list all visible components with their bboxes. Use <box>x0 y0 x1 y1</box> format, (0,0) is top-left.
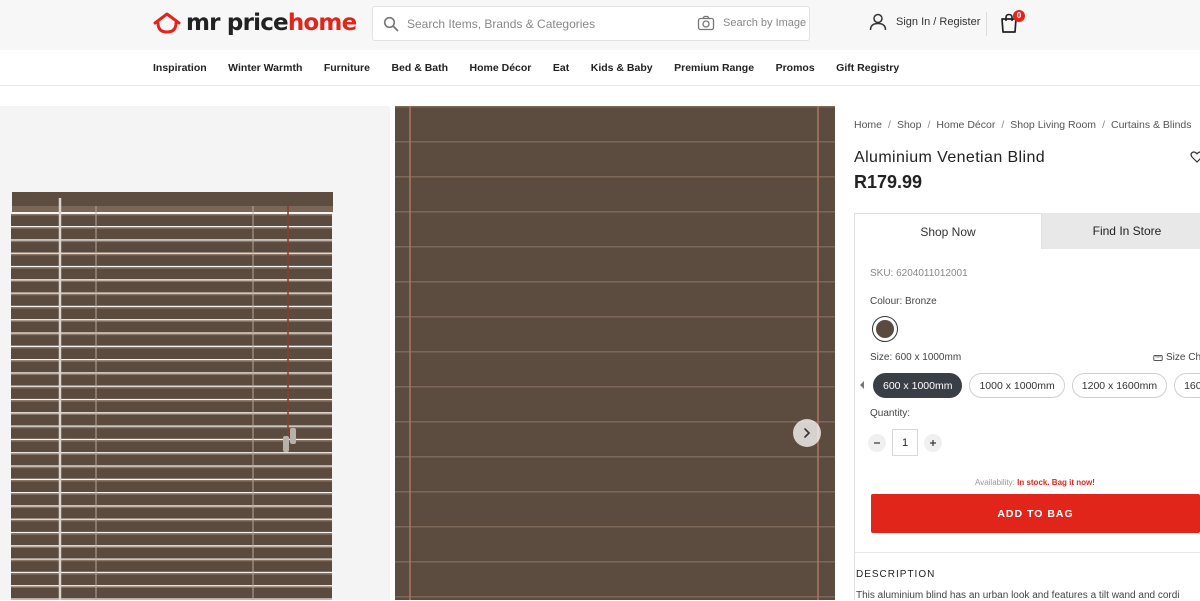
user-icon <box>868 12 888 32</box>
tab-shop-now[interactable]: Shop Now <box>854 213 1042 249</box>
breadcrumb: Home / Shop / Home Décor / Shop Living Room… <box>854 119 1192 131</box>
nav-item-furniture[interactable]: Furniture <box>324 62 370 74</box>
description-text: This aluminium blind has an urban look a… <box>856 590 1180 601</box>
header-divider <box>986 12 987 36</box>
product-title: Aluminium Venetian Blind <box>854 149 1045 167</box>
size-option-1200x1600[interactable]: 1200 x 1600mm <box>1072 373 1167 398</box>
search-input[interactable] <box>407 14 707 34</box>
breadcrumb-home-decor[interactable]: Home Décor <box>936 119 995 131</box>
breadcrumb-curtains-blinds[interactable]: Curtains & Blinds <box>1111 119 1192 131</box>
brand-part2: home <box>288 10 357 36</box>
nav-item-bed-bath[interactable]: Bed & Bath <box>391 62 448 74</box>
sizes-scroll-left-icon[interactable] <box>858 380 866 390</box>
main-nav: Inspiration Winter Warmth Furniture Bed … <box>0 50 1200 86</box>
cart-count-badge: 0 <box>1013 10 1025 22</box>
blind-closeup-picture <box>395 106 835 600</box>
breadcrumb-home[interactable]: Home <box>854 119 882 131</box>
camera-icon <box>697 14 715 32</box>
swatch-fill <box>876 320 894 338</box>
nav-item-eat[interactable]: Eat <box>553 62 569 74</box>
nav-item-winter-warmth[interactable]: Winter Warmth <box>228 62 302 74</box>
blind-thumbnail-picture <box>0 106 390 600</box>
quantity-label: Quantity: <box>870 408 910 419</box>
add-to-bag-button[interactable]: ADD TO BAG <box>871 494 1200 533</box>
search-icon[interactable] <box>383 16 399 32</box>
nav-item-home-decor[interactable]: Home Décor <box>470 62 532 74</box>
quantity-value[interactable]: 1 <box>892 429 918 456</box>
availability-status: Availability: In stock. Bag it now! <box>975 478 1095 487</box>
nav-item-kids-baby[interactable]: Kids & Baby <box>591 62 653 74</box>
product-main-image[interactable] <box>395 106 835 600</box>
nav-item-premium-range[interactable]: Premium Range <box>674 62 754 74</box>
search-bar: Search by Image <box>372 6 810 41</box>
product-sku: SKU: 6204011012001 <box>870 268 968 279</box>
description-divider <box>854 552 1200 553</box>
signin-link[interactable]: Sign In / Register <box>868 12 980 32</box>
size-chart-link[interactable]: Size Ch <box>1153 352 1200 363</box>
breadcrumb-separator: / <box>888 119 891 131</box>
size-options: 600 x 1000mm 1000 x 1000mm 1200 x 1600mm… <box>873 373 1200 398</box>
nav-item-promos[interactable]: Promos <box>776 62 815 74</box>
signin-label: Sign In / Register <box>896 16 980 28</box>
image-search-label: Search by Image <box>723 17 806 29</box>
ruler-icon <box>1153 353 1163 363</box>
image-search-button[interactable]: Search by Image <box>697 14 806 32</box>
breadcrumb-separator: / <box>927 119 930 131</box>
breadcrumb-separator: / <box>1001 119 1004 131</box>
breadcrumb-living-room[interactable]: Shop Living Room <box>1010 119 1096 131</box>
chevron-right-icon <box>801 427 813 439</box>
nav-item-inspiration[interactable]: Inspiration <box>153 62 207 74</box>
brand-part1: mr price <box>186 10 288 36</box>
product-thumbnail-image[interactable] <box>0 106 390 600</box>
quantity-stepper: 1 <box>868 429 942 456</box>
size-option-1600x16[interactable]: 1600 x 16 <box>1174 373 1200 398</box>
size-option-1000x1000[interactable]: 1000 x 1000mm <box>969 373 1064 398</box>
top-header: mr pricehome Search by Image Sign In / R… <box>0 0 1200 50</box>
product-price: R179.99 <box>854 172 922 193</box>
house-logo-icon <box>152 11 182 35</box>
availability-value: In stock. Bag it now! <box>1017 478 1095 487</box>
description-heading: DESCRIPTION <box>856 569 935 580</box>
nav-item-gift-registry[interactable]: Gift Registry <box>836 62 899 74</box>
purchase-tabs: Shop Now Find In Store <box>854 213 1200 249</box>
tab-find-in-store[interactable]: Find In Store <box>1042 213 1200 249</box>
brand-logo[interactable]: mr pricehome <box>152 8 356 38</box>
plus-icon <box>929 439 937 447</box>
heart-icon[interactable] <box>1190 150 1200 164</box>
availability-label: Availability: <box>975 478 1015 487</box>
size-chart-label: Size Ch <box>1166 352 1200 363</box>
minus-icon <box>873 439 881 447</box>
size-label: Size: 600 x 1000mm <box>870 352 961 363</box>
colour-swatch-bronze[interactable] <box>872 316 898 342</box>
breadcrumb-separator: / <box>1102 119 1105 131</box>
quantity-increase-button[interactable] <box>924 434 942 452</box>
quantity-decrease-button[interactable] <box>868 434 886 452</box>
gallery-next-button[interactable] <box>793 419 821 447</box>
colour-label: Colour: Bronze <box>870 296 937 307</box>
size-option-600x1000[interactable]: 600 x 1000mm <box>873 373 962 398</box>
breadcrumb-shop[interactable]: Shop <box>897 119 922 131</box>
